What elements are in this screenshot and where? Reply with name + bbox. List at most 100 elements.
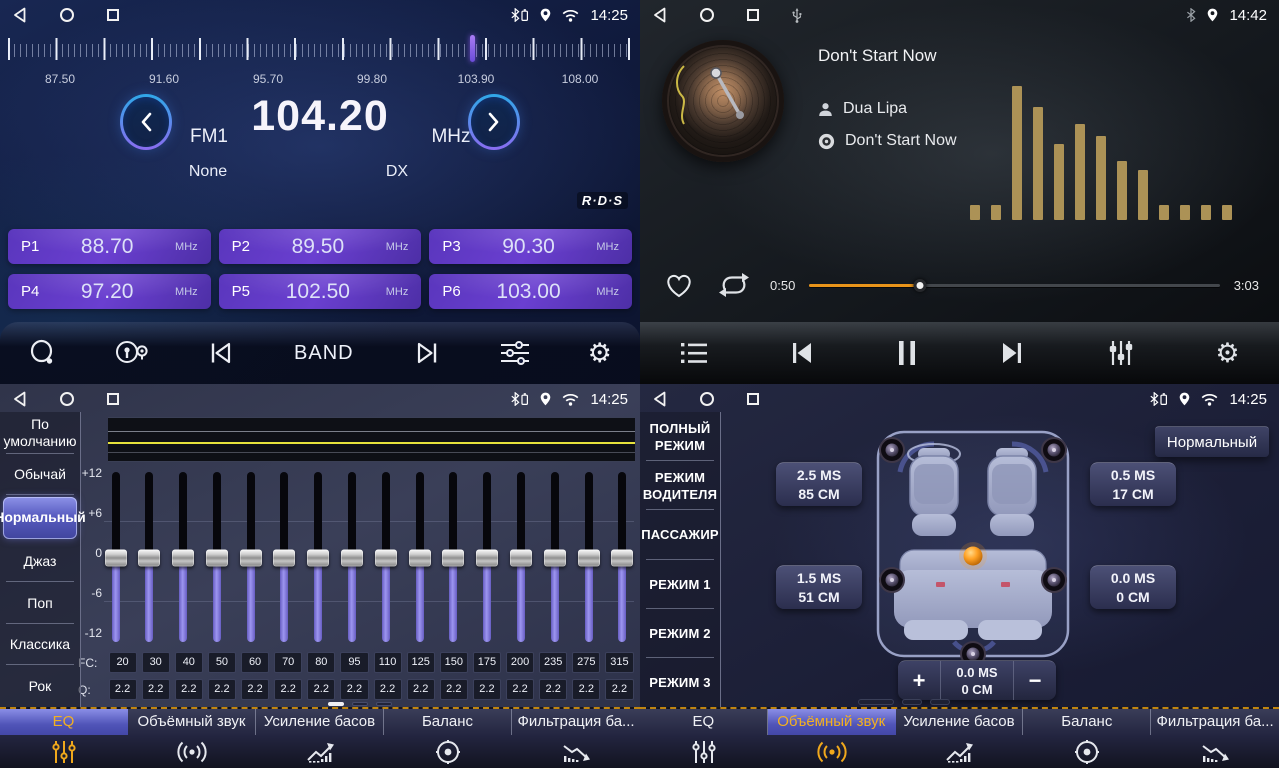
nav-back-icon[interactable] bbox=[12, 391, 27, 407]
slider-thumb[interactable] bbox=[578, 550, 600, 567]
eq-band-slider[interactable] bbox=[239, 472, 262, 644]
settings-gear-button[interactable]: ⚙ bbox=[584, 336, 616, 371]
slider-thumb[interactable] bbox=[240, 550, 262, 567]
fc-value[interactable]: 175 bbox=[473, 652, 501, 673]
nav-back-icon[interactable] bbox=[652, 7, 667, 23]
slider-thumb[interactable] bbox=[544, 550, 566, 567]
q-value[interactable]: 2.2 bbox=[539, 679, 567, 700]
nav-recents-icon[interactable] bbox=[107, 393, 119, 405]
nav-home-icon[interactable] bbox=[60, 8, 74, 22]
delay-front-right-button[interactable]: 0.5 MS17 CM bbox=[1090, 462, 1176, 506]
eq-preset-classic[interactable]: Классика bbox=[0, 624, 80, 666]
next-station-button[interactable] bbox=[408, 335, 446, 371]
slider-thumb[interactable] bbox=[172, 550, 194, 567]
tab-filter[interactable]: Фильтрация ба... bbox=[512, 709, 640, 768]
delay-increase-button[interactable]: + bbox=[898, 661, 940, 700]
previous-track-button[interactable] bbox=[784, 336, 820, 370]
settings-gear-button[interactable]: ⚙ bbox=[1211, 336, 1243, 371]
slider-thumb[interactable] bbox=[476, 550, 498, 567]
nav-home-icon[interactable] bbox=[700, 8, 714, 22]
delay-rear-right-button[interactable]: 0.0 MS0 CM bbox=[1090, 565, 1176, 609]
preset-button-p1[interactable]: P188.70MHz bbox=[8, 229, 211, 264]
mode-full[interactable]: ПОЛНЫЙ РЕЖИМ bbox=[640, 412, 720, 461]
page-dot[interactable] bbox=[328, 702, 344, 706]
eq-band-slider[interactable] bbox=[307, 472, 330, 644]
tab-filter[interactable]: Фильтрация ба... bbox=[1151, 709, 1279, 768]
eq-band-slider[interactable] bbox=[374, 472, 397, 644]
eq-band-slider[interactable] bbox=[611, 472, 634, 644]
eq-band-slider[interactable] bbox=[273, 472, 296, 644]
nav-recents-icon[interactable] bbox=[107, 9, 119, 21]
sound-preset-button[interactable]: Нормальный bbox=[1155, 426, 1269, 457]
seek-bar[interactable] bbox=[809, 278, 1219, 292]
eq-preset-jazz[interactable]: Джаз bbox=[0, 541, 80, 583]
page-dot[interactable] bbox=[930, 699, 950, 705]
eq-preset-pop[interactable]: Поп bbox=[0, 582, 80, 624]
q-value[interactable]: 2.2 bbox=[175, 679, 203, 700]
q-value[interactable]: 2.2 bbox=[473, 679, 501, 700]
preset-button-p3[interactable]: P390.30MHz bbox=[429, 229, 632, 264]
fc-value[interactable]: 60 bbox=[241, 652, 269, 673]
fc-value[interactable]: 40 bbox=[175, 652, 203, 673]
slider-thumb[interactable] bbox=[611, 550, 633, 567]
preset-button-p6[interactable]: P6103.00MHz bbox=[429, 274, 632, 309]
nav-recents-icon[interactable] bbox=[747, 9, 759, 21]
q-value[interactable]: 2.2 bbox=[340, 679, 368, 700]
slider-thumb[interactable] bbox=[341, 550, 363, 567]
q-value[interactable]: 2.2 bbox=[440, 679, 468, 700]
equalizer-button[interactable] bbox=[1101, 335, 1141, 371]
q-value[interactable]: 2.2 bbox=[572, 679, 600, 700]
progress-thumb[interactable] bbox=[914, 279, 927, 292]
pause-button[interactable] bbox=[891, 335, 923, 371]
q-value[interactable]: 2.2 bbox=[109, 679, 137, 700]
preset-button-p5[interactable]: P5102.50MHz bbox=[219, 274, 422, 309]
slider-thumb[interactable] bbox=[273, 550, 295, 567]
tab-bass-boost[interactable]: Усиление басов bbox=[256, 709, 384, 768]
slider-thumb[interactable] bbox=[510, 550, 532, 567]
tab-eq[interactable]: EQ bbox=[640, 709, 768, 768]
slider-thumb[interactable] bbox=[442, 550, 464, 567]
broadcast-button[interactable] bbox=[110, 334, 154, 372]
q-value[interactable]: 2.2 bbox=[307, 679, 335, 700]
scan-button[interactable] bbox=[24, 334, 62, 372]
tab-eq[interactable]: EQ bbox=[0, 709, 128, 768]
tab-balance[interactable]: Баланс bbox=[384, 709, 512, 768]
page-dot[interactable] bbox=[902, 699, 922, 705]
page-dot[interactable] bbox=[376, 702, 392, 706]
nav-recents-icon[interactable] bbox=[747, 393, 759, 405]
dial-pointer[interactable] bbox=[470, 35, 475, 62]
delay-front-left-button[interactable]: 2.5 MS85 CM bbox=[776, 462, 862, 506]
fc-value[interactable]: 150 bbox=[440, 652, 468, 673]
tab-surround[interactable]: Объёмный звук bbox=[768, 709, 896, 768]
mode-passenger[interactable]: ПАССАЖИР bbox=[640, 510, 720, 559]
tab-balance[interactable]: Баланс bbox=[1023, 709, 1151, 768]
eq-band-slider[interactable] bbox=[442, 472, 465, 644]
eq-band-slider[interactable] bbox=[476, 472, 499, 644]
fc-value[interactable]: 20 bbox=[109, 652, 137, 673]
delay-rear-left-button[interactable]: 1.5 MS51 CM bbox=[776, 565, 862, 609]
eq-band-slider[interactable] bbox=[104, 472, 127, 644]
playlist-button[interactable] bbox=[675, 336, 713, 370]
repeat-button[interactable] bbox=[718, 271, 750, 299]
q-value[interactable]: 2.2 bbox=[142, 679, 170, 700]
slider-thumb[interactable] bbox=[375, 550, 397, 567]
slider-thumb[interactable] bbox=[105, 550, 127, 567]
eq-band-slider[interactable] bbox=[510, 472, 533, 644]
mode-3[interactable]: РЕЖИМ 3 bbox=[640, 658, 720, 707]
eq-preset-default[interactable]: По умолчанию bbox=[0, 412, 80, 454]
fc-value[interactable]: 235 bbox=[539, 652, 567, 673]
fc-value[interactable]: 110 bbox=[374, 652, 402, 673]
eq-preset-custom[interactable]: Обычай bbox=[0, 454, 80, 496]
eq-band-slider[interactable] bbox=[577, 472, 600, 644]
tune-up-button[interactable] bbox=[468, 94, 520, 150]
preset-button-p2[interactable]: P289.50MHz bbox=[219, 229, 422, 264]
eq-preset-normal[interactable]: Нормальный bbox=[3, 497, 77, 539]
fc-value[interactable]: 50 bbox=[208, 652, 236, 673]
eq-band-slider[interactable] bbox=[172, 472, 195, 644]
favorite-button[interactable] bbox=[664, 272, 694, 299]
eq-band-slider[interactable] bbox=[205, 472, 228, 644]
band-button[interactable]: BAND bbox=[288, 341, 360, 366]
page-dot[interactable] bbox=[352, 702, 368, 706]
audio-settings-button[interactable] bbox=[494, 334, 536, 372]
nav-back-icon[interactable] bbox=[652, 391, 667, 407]
